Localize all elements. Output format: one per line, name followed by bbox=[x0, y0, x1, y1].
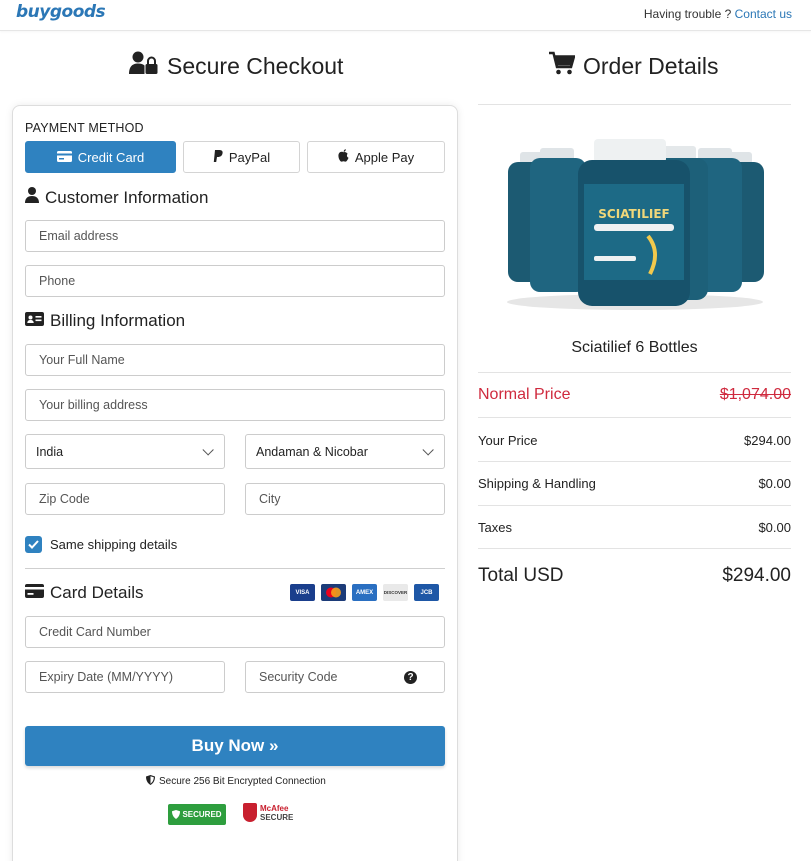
total-row: Total USD $294.00 bbox=[478, 564, 791, 588]
expiry-placeholder: Expiry Date (MM/YYYY) bbox=[39, 670, 174, 684]
visa-icon: VISA bbox=[290, 584, 315, 601]
mcafee-badge: McAfee SECURE bbox=[243, 803, 293, 822]
payment-method-label: PAYMENT METHOD bbox=[25, 121, 144, 135]
row-divider bbox=[478, 505, 791, 506]
help-icon[interactable]: ? bbox=[404, 670, 417, 684]
your-price-label: Your Price bbox=[478, 432, 538, 448]
discover-icon: DISCOVER bbox=[383, 584, 408, 601]
product-image: SCIATILIEF bbox=[498, 134, 773, 314]
credit-card-icon bbox=[56, 150, 72, 165]
secured-badge-text: SECURED bbox=[182, 810, 222, 819]
customer-info-heading: Customer Information bbox=[25, 187, 208, 208]
billing-info-title: Billing Information bbox=[50, 311, 186, 330]
secure-checkout-title: Secure Checkout bbox=[167, 52, 344, 79]
apple-pay-tab[interactable]: Apple Pay bbox=[307, 141, 445, 173]
mcafee-secure: SECURE bbox=[260, 812, 294, 822]
card-number-field[interactable]: Credit Card Number bbox=[25, 616, 445, 648]
your-price-value: $294.00 bbox=[744, 432, 791, 448]
same-shipping-row: Same shipping details bbox=[25, 536, 177, 553]
bottle-label: SCIATILIEF bbox=[598, 207, 669, 221]
contact-us-link[interactable]: Contact us bbox=[735, 7, 792, 21]
user-icon bbox=[25, 187, 39, 208]
security-code-field[interactable]: Security Code ? bbox=[245, 661, 445, 693]
mcafee-name: McAfee bbox=[260, 803, 289, 813]
normal-price-value: $1,074.00 bbox=[719, 386, 791, 403]
paypal-icon bbox=[213, 149, 223, 165]
normal-price-row: Normal Price $1,074.00 bbox=[478, 384, 791, 406]
mastercard-icon bbox=[321, 584, 346, 601]
normal-price-label: Normal Price bbox=[478, 386, 571, 403]
product-name: Sciatilief 6 Bottles bbox=[571, 339, 698, 356]
full-name-field[interactable]: Your Full Name bbox=[25, 344, 445, 376]
row-divider bbox=[478, 417, 791, 418]
shield-icon bbox=[146, 775, 155, 788]
taxes-value: $0.00 bbox=[758, 519, 791, 535]
state-value: Andaman & Nicobar bbox=[256, 444, 368, 459]
id-card-icon bbox=[25, 311, 44, 331]
taxes-row: Taxes $0.00 bbox=[478, 518, 791, 536]
phone-placeholder: Phone bbox=[39, 274, 76, 288]
shipping-value: $0.00 bbox=[758, 475, 791, 491]
secure-checkout-heading: Secure Checkout bbox=[129, 51, 343, 81]
address-placeholder: Your billing address bbox=[39, 398, 148, 412]
email-field[interactable]: Email address bbox=[25, 220, 445, 252]
shipping-row: Shipping & Handling $0.00 bbox=[478, 474, 791, 492]
card-details-title: Card Details bbox=[50, 583, 144, 602]
chevron-down-icon bbox=[422, 443, 434, 456]
apple-icon bbox=[338, 149, 349, 165]
credit-card-tab[interactable]: Credit Card bbox=[25, 141, 176, 173]
section-divider bbox=[25, 568, 445, 569]
full-name-placeholder: Your Full Name bbox=[39, 353, 125, 367]
top-bar: buygoods Having trouble ? Contact us bbox=[0, 0, 811, 31]
card-icon bbox=[25, 583, 44, 603]
chevron-down-icon bbox=[202, 443, 214, 456]
mcafee-shield-icon bbox=[243, 803, 257, 822]
city-placeholder: City bbox=[259, 492, 281, 506]
help-label: Having trouble ? bbox=[643, 7, 732, 21]
amex-icon: AMEX bbox=[352, 584, 377, 601]
zip-placeholder: Zip Code bbox=[39, 492, 90, 506]
country-value: India bbox=[36, 444, 64, 459]
zip-code-field[interactable]: Zip Code bbox=[25, 483, 225, 515]
secured-badge: SECURED bbox=[168, 804, 226, 825]
order-details-heading: Order Details bbox=[549, 51, 718, 81]
buy-now-button[interactable]: Buy Now » bbox=[25, 726, 445, 766]
row-divider bbox=[478, 548, 791, 549]
cart-icon bbox=[549, 51, 576, 81]
phone-field[interactable]: Phone bbox=[25, 265, 445, 297]
email-placeholder: Email address bbox=[39, 229, 119, 243]
state-select[interactable]: Andaman & Nicobar bbox=[245, 434, 445, 469]
card-details-heading: Card Details bbox=[25, 583, 144, 603]
security-placeholder: Security Code bbox=[259, 670, 338, 684]
accepted-cards: VISA AMEX DISCOVER JCB bbox=[290, 584, 439, 601]
jcb-icon: JCB bbox=[414, 584, 439, 601]
total-value: $294.00 bbox=[722, 565, 791, 586]
credit-card-tab-label: Credit Card bbox=[77, 149, 145, 165]
country-select[interactable]: India bbox=[25, 434, 225, 469]
help-text: Having trouble ? Contact us bbox=[644, 7, 792, 21]
user-lock-icon bbox=[129, 51, 159, 81]
secure-connection-note: Secure 256 Bit Encrypted Connection bbox=[146, 775, 326, 788]
buygoods-logo[interactable]: buygoods bbox=[16, 2, 106, 22]
apple-pay-tab-label: Apple Pay bbox=[354, 149, 415, 165]
shipping-label: Shipping & Handling bbox=[478, 475, 596, 491]
billing-info-heading: Billing Information bbox=[25, 311, 185, 331]
order-top-divider bbox=[478, 104, 791, 105]
total-label: Total USD bbox=[478, 565, 564, 586]
product-divider bbox=[478, 372, 791, 373]
card-number-placeholder: Credit Card Number bbox=[39, 625, 151, 639]
expiry-date-field[interactable]: Expiry Date (MM/YYYY) bbox=[25, 661, 225, 693]
city-field[interactable]: City bbox=[245, 483, 445, 515]
same-shipping-label[interactable]: Same shipping details bbox=[50, 537, 177, 552]
secure-note-text: Secure 256 Bit Encrypted Connection bbox=[159, 776, 326, 787]
paypal-tab[interactable]: PayPal bbox=[183, 141, 300, 173]
billing-address-field[interactable]: Your billing address bbox=[25, 389, 445, 421]
taxes-label: Taxes bbox=[478, 519, 512, 535]
same-shipping-checkbox[interactable] bbox=[25, 536, 42, 553]
order-details-title: Order Details bbox=[583, 52, 719, 79]
paypal-tab-label: PayPal bbox=[228, 149, 271, 165]
customer-info-title: Customer Information bbox=[45, 187, 209, 207]
row-divider bbox=[478, 461, 791, 462]
your-price-row: Your Price $294.00 bbox=[478, 431, 791, 449]
